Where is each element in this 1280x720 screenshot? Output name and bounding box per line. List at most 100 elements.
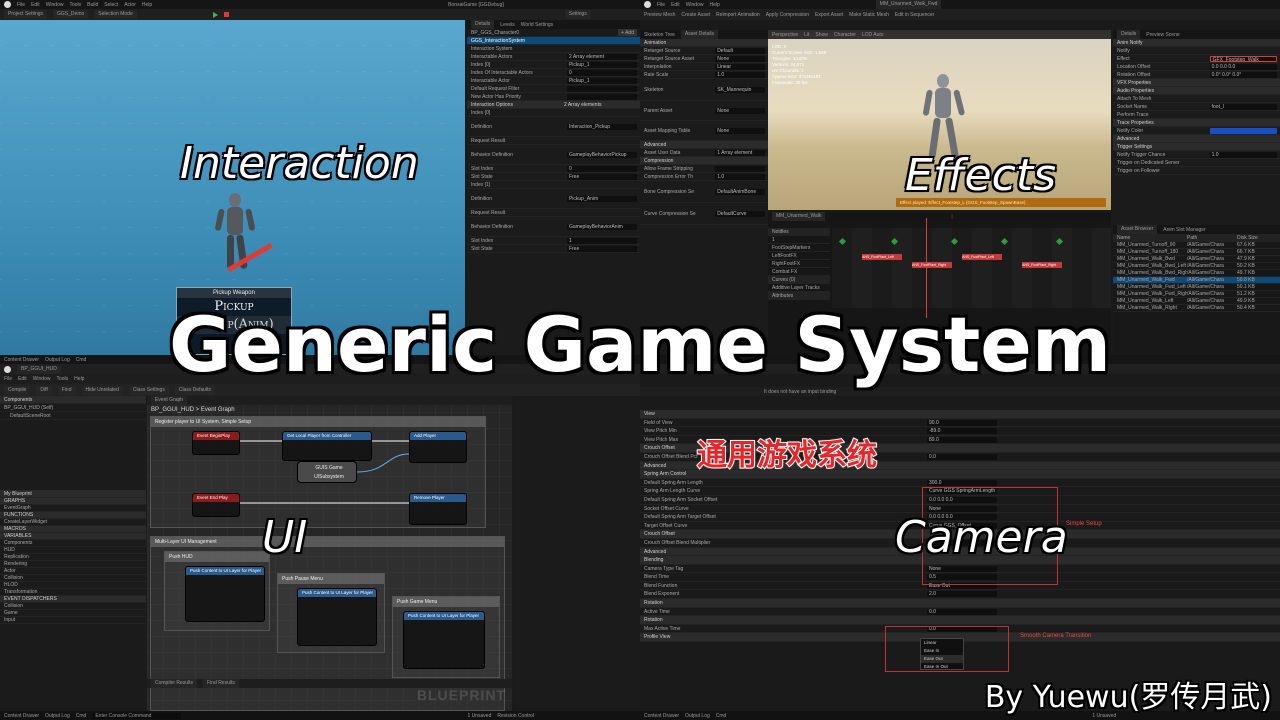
asset-details-tab[interactable]: Asset Details [680, 30, 719, 39]
menu-file[interactable]: File [17, 2, 25, 8]
content-drawer-button[interactable]: Content Drawer [4, 713, 39, 719]
row-value[interactable]: 89.0 [927, 436, 997, 443]
notify-state[interactable]: ANS_FootPlant_Left [962, 254, 1002, 260]
detail-row[interactable]: Slot Index 1 [467, 237, 640, 245]
asset-list-item[interactable]: MM_Unarmed_Walk_Bwd_Left/All/Game/Chara 5… [1113, 263, 1280, 270]
create-asset-button[interactable]: Create Asset [681, 12, 710, 18]
selection-mode-button[interactable]: Selection Mode [94, 10, 137, 19]
detail-row[interactable]: Bone Compression Se DefaultAnimBone [640, 181, 768, 203]
notify-marker[interactable] [1000, 237, 1009, 246]
notify-color-swatch[interactable] [1209, 128, 1277, 134]
track-label[interactable]: Additive Layer Tracks [768, 284, 830, 292]
dropdown-option[interactable]: Ease In Out [921, 663, 963, 671]
detail-row[interactable]: Active Time 0.0 [640, 608, 1280, 617]
detail-row[interactable]: Behavior Definition GameplayBehaviorAnim [467, 217, 640, 237]
menu-file[interactable]: File [657, 2, 665, 8]
detail-row[interactable]: Notify [1113, 47, 1280, 55]
menu-help[interactable]: Help [142, 2, 152, 8]
column-path[interactable]: Path [1187, 234, 1237, 241]
menu-help[interactable]: Help [709, 2, 719, 8]
show-button[interactable]: Show [815, 32, 828, 38]
detail-row[interactable]: Parent Asset None [640, 101, 768, 121]
my-blueprint-item[interactable]: Replication [0, 554, 146, 561]
detail-section[interactable]: Interaction Options 2 Array elements [467, 101, 640, 109]
cmd-button[interactable]: Cmd [76, 713, 87, 719]
component-item[interactable]: DefaultSceneRoot [0, 412, 146, 420]
row-value[interactable]: 0.0 [927, 608, 997, 615]
asset-list-item[interactable]: MM_Unarmed_Walk_Bwd_Right/All/Game/Chara… [1113, 270, 1280, 277]
detail-row[interactable]: Definition Interaction_Pickup [467, 117, 640, 137]
detail-row[interactable]: Index [0] [467, 109, 640, 117]
detail-row[interactable]: Trigger on Follower [1113, 167, 1280, 175]
project-settings-button[interactable]: Project Settings [4, 10, 48, 19]
detail-section[interactable]: Advanced [640, 141, 768, 149]
detail-row[interactable]: Slot State Free [467, 245, 640, 253]
menu-window[interactable]: Window [46, 2, 64, 8]
track-label[interactable]: FootStepMarkers [768, 244, 830, 252]
console-input[interactable]: Enter Console Command [92, 712, 182, 719]
row-value[interactable]: -89.0 [927, 428, 997, 435]
my-blueprint-item[interactable]: Collision [0, 603, 146, 610]
detail-row[interactable]: Request Result [467, 209, 640, 217]
play-button[interactable] [212, 11, 218, 18]
settings-button[interactable]: Settings [564, 10, 591, 19]
my-blueprint-item[interactable]: VARIABLES [0, 533, 146, 540]
detail-section[interactable]: Compression [640, 157, 768, 165]
unsaved-indicator[interactable]: 1 Unsaved [467, 713, 491, 719]
add-component-button[interactable]: + Add [618, 29, 637, 36]
stop-button[interactable] [223, 12, 229, 17]
detail-row[interactable]: Notify Trigger Chance 1.0 [1113, 151, 1280, 159]
world-settings-tab[interactable]: World Settings [521, 22, 553, 28]
menu-actor[interactable]: Actor [124, 2, 136, 8]
notify-marker[interactable] [838, 237, 847, 246]
my-blueprint-item[interactable]: Transformation [0, 589, 146, 596]
detail-row[interactable]: Allow Frame Stripping [640, 165, 768, 173]
detail-row[interactable]: Retarget Source Default [640, 47, 768, 55]
detail-row[interactable]: Perform Trace [1113, 111, 1280, 119]
detail-row[interactable]: Definition Pickup_Anim [467, 189, 640, 209]
selected-component[interactable]: GGS_InteractionSystem [467, 37, 640, 45]
dropdown-option[interactable]: Ease In [921, 647, 963, 655]
detail-section[interactable]: Trigger Settings [1113, 143, 1280, 151]
edit-in-sequencer-button[interactable]: Edit in Sequencer [895, 12, 934, 18]
notify-marker[interactable] [890, 237, 899, 246]
asset-list-item[interactable]: MM_Unarmed_Walk_Fwd_Left/All/Game/Chara 5… [1113, 284, 1280, 291]
my-blueprint-item[interactable]: EventGraph [0, 505, 146, 512]
detail-row[interactable]: Notify Color [1113, 127, 1280, 135]
output-log-button[interactable]: Output Log [685, 713, 710, 719]
detail-row[interactable]: New Actor Has Priority [467, 93, 640, 101]
detail-row[interactable]: Index Of Interactable Actors 0 [467, 69, 640, 77]
notify-state[interactable]: ANS_FootPlant_Right [1022, 262, 1062, 268]
my-blueprint-item[interactable]: Game [0, 610, 146, 617]
blend-function-dropdown[interactable]: Linear Ease In Ease Out Ease In Out [920, 638, 964, 670]
export-asset-button[interactable]: Export Asset [815, 12, 843, 18]
detail-row[interactable]: Index [0] Pickup_1 [467, 61, 640, 69]
detail-row[interactable]: Slot State Free [467, 173, 640, 181]
detail-row[interactable]: Effect GFX_Footstep_Walk [1113, 55, 1280, 63]
event-graph[interactable]: Event Graph BP_GGUI_HUD > Event Graph Re… [147, 396, 512, 711]
lod-button[interactable]: LOD Auto [862, 32, 884, 38]
dropdown-option[interactable]: Ease Out [921, 655, 963, 663]
detail-row[interactable]: Socket Name foot_l [1113, 103, 1280, 111]
column-size[interactable]: Disk Size [1237, 234, 1258, 241]
detail-row[interactable]: Interactable Actor Pickup_1 [467, 77, 640, 85]
detail-row[interactable]: Skeleton SK_Mannequin [640, 79, 768, 101]
notify-state[interactable]: ANS_FootPlant_Left [862, 254, 902, 260]
my-blueprint-item[interactable]: Components [0, 540, 146, 547]
track-area[interactable]: ANS_FootPlant_Left ANS_FootPlant_Right A… [832, 218, 1111, 318]
menu-tools[interactable]: Tools [69, 2, 81, 8]
detail-row[interactable]: Location Offset 0.0 0.0 0.0 [1113, 63, 1280, 71]
detail-row[interactable]: Curve Compression Se DefaultCurve [640, 203, 768, 225]
track-label[interactable]: Notifies [768, 228, 830, 236]
asset-list-item[interactable]: MM_Unarmed_Walk_Fwd_Right/All/Game/Chara… [1113, 291, 1280, 298]
notify-state[interactable]: ANS_FootPlant_Right [912, 262, 952, 268]
row-value[interactable]: 300.0 [927, 479, 997, 486]
detail-row[interactable]: Rate Scale 1.0 [640, 71, 768, 79]
my-blueprint-item[interactable]: FUNCTIONS [0, 512, 146, 519]
my-blueprint-item[interactable]: HLOD [0, 582, 146, 589]
detail-row[interactable]: Slot Index 0 [467, 165, 640, 173]
my-blueprint-item[interactable]: MACROS [0, 526, 146, 533]
detail-section[interactable]: Trace Properties [1113, 119, 1280, 127]
skeleton-tree-tab[interactable]: Skeleton Tree [644, 32, 675, 38]
my-blueprint-item[interactable]: Collision [0, 575, 146, 582]
